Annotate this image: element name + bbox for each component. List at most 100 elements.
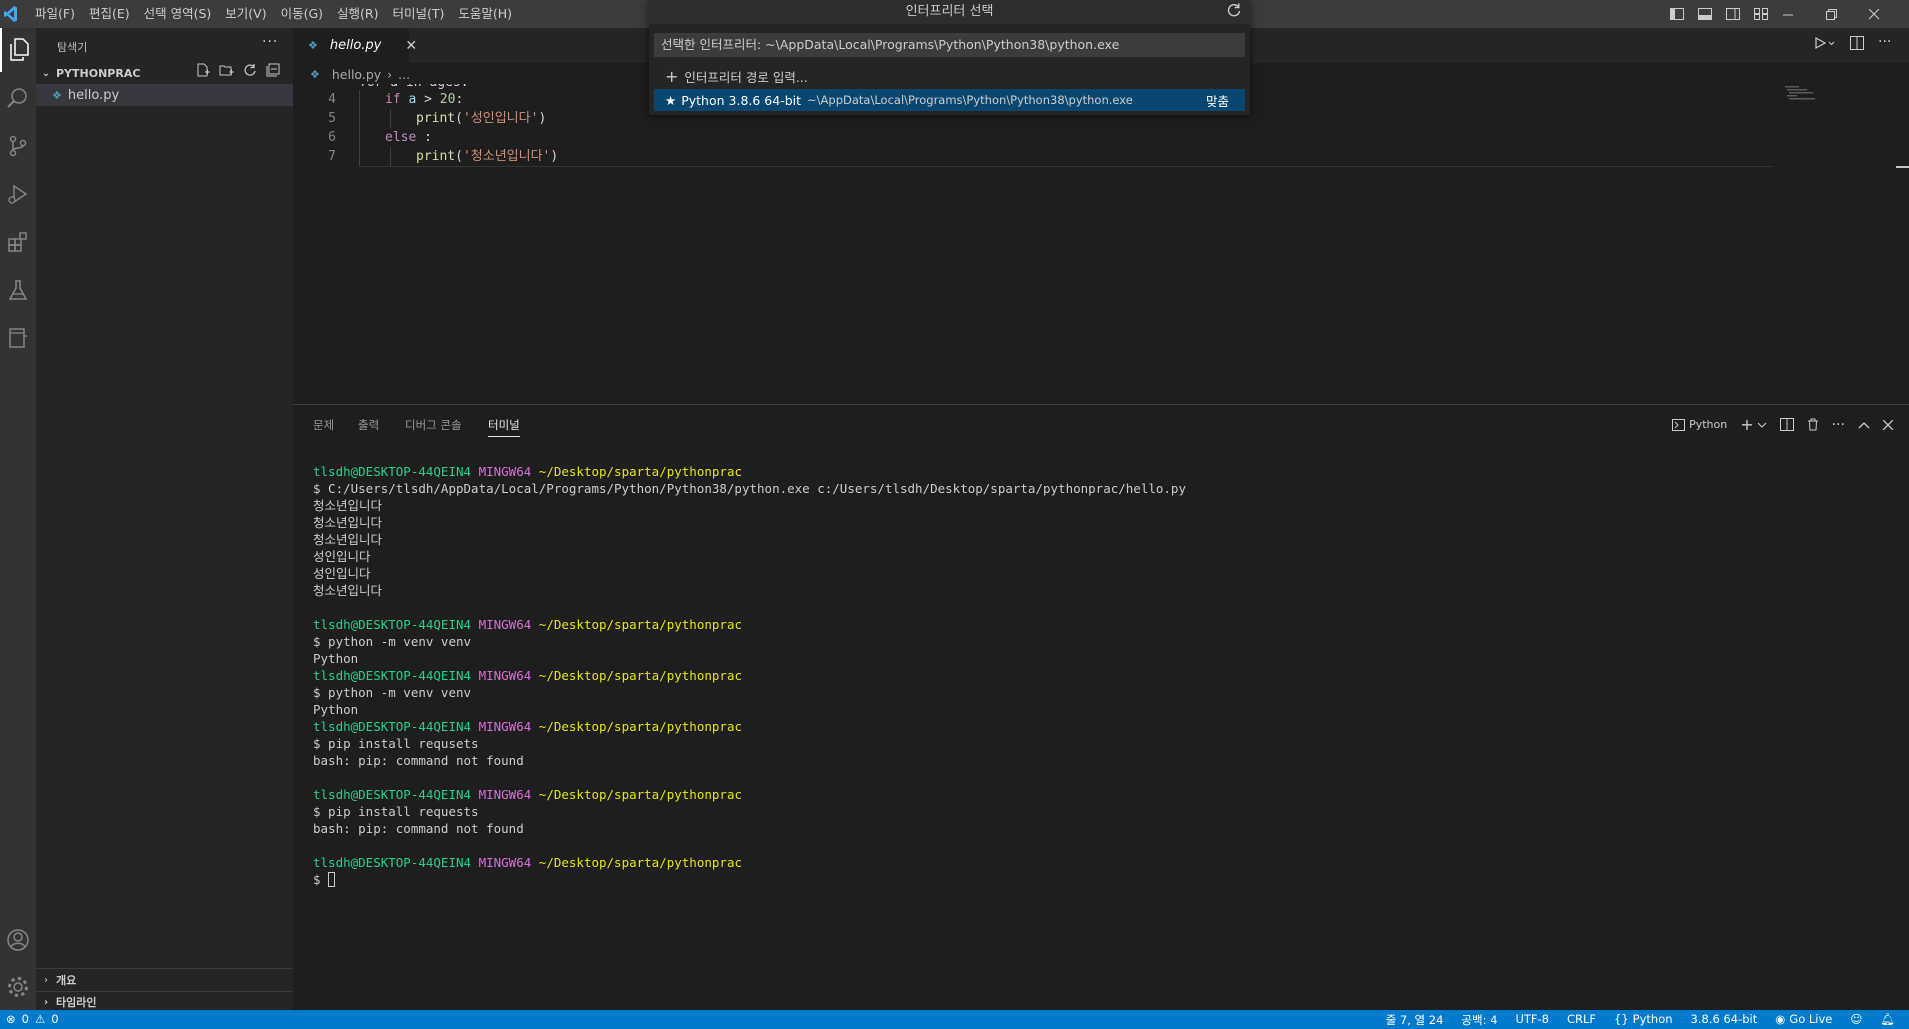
toggle-panel-icon[interactable] bbox=[1698, 8, 1712, 20]
refresh-interpreters-icon[interactable] bbox=[1226, 2, 1242, 18]
cursor-position[interactable]: 줄 7, 열 24 bbox=[1386, 1012, 1444, 1028]
source-control-icon[interactable] bbox=[0, 124, 36, 168]
toggle-sidebar-icon[interactable] bbox=[1670, 8, 1684, 20]
notifications-bell-icon[interactable]: 🔔︎ bbox=[1880, 1012, 1895, 1028]
code-text: print('성인입니다') bbox=[416, 109, 546, 128]
interpreter-option-python38[interactable]: ★ Python 3.8.6 64-bit ~\AppData\Local\Pr… bbox=[654, 89, 1245, 111]
breadcrumb-separator-icon: › bbox=[387, 66, 393, 82]
explorer-sidebar: 탐색기 ··· ⌄ PYTHONPRAC ❖ hello.py › 개요 › 타… bbox=[36, 28, 293, 1010]
file-item-hello-py[interactable]: ❖ hello.py bbox=[36, 84, 293, 106]
tab-terminal[interactable]: 터미널 bbox=[488, 417, 520, 437]
tab-output[interactable]: 출력 bbox=[358, 417, 379, 433]
enter-interpreter-path-item[interactable]: + 인터프리터 경로 입력... bbox=[654, 65, 1245, 87]
menu-item[interactable]: 이동(G) bbox=[274, 0, 330, 28]
editor-more-icon[interactable]: ··· bbox=[1878, 35, 1891, 50]
menu-item[interactable]: 실행(R) bbox=[330, 0, 385, 28]
new-terminal-icon[interactable]: + bbox=[1740, 415, 1753, 434]
trash-icon[interactable] bbox=[1807, 418, 1819, 431]
split-terminal-icon[interactable] bbox=[1779, 418, 1794, 431]
terminal-text: 청소년입니다 bbox=[313, 515, 383, 530]
terminal-text: 청소년입니다 bbox=[313, 532, 383, 547]
terminal-line: $ pip install requests bbox=[313, 803, 1186, 820]
sidebar-title: 탐색기 bbox=[57, 41, 88, 54]
language-mode[interactable]: {} Python bbox=[1614, 1012, 1673, 1028]
search-icon[interactable] bbox=[0, 76, 36, 120]
prompt-host: MINGW64 bbox=[478, 464, 532, 479]
terminal-line: $ C:/Users/tlsdh/AppData/Local/Programs/… bbox=[313, 480, 1186, 497]
terminal-line: tlsdh@DESKTOP-44QEIN4 MINGW64 ~/Desktop/… bbox=[313, 786, 1186, 803]
interpreter-version[interactable]: 3.8.6 64-bit bbox=[1691, 1012, 1758, 1028]
quick-pick-title: 인터프리터 선택 bbox=[649, 0, 1250, 24]
code-token: : bbox=[416, 130, 432, 145]
sidebar-more-actions-icon[interactable]: ··· bbox=[262, 34, 278, 50]
new-folder-icon[interactable] bbox=[219, 63, 234, 77]
breadcrumb-symbol[interactable]: ... bbox=[398, 67, 410, 82]
panel-more-icon[interactable]: ··· bbox=[1832, 417, 1845, 433]
feedback-icon[interactable]: ☺ bbox=[1850, 1012, 1862, 1028]
explorer-icon[interactable] bbox=[0, 28, 36, 72]
menu-item[interactable]: 도움말(H) bbox=[451, 0, 519, 28]
close-tab-icon[interactable]: ✕ bbox=[405, 38, 417, 54]
breadcrumb-file[interactable]: hello.py bbox=[332, 67, 381, 82]
terminal-line: bash: pip: command not found bbox=[313, 820, 1186, 837]
terminal-line: $ pip install requsets bbox=[313, 735, 1186, 752]
encoding[interactable]: UTF-8 bbox=[1515, 1012, 1549, 1028]
tab-debug-console[interactable]: 디버그 콘솔 bbox=[405, 417, 462, 433]
terminal-selector[interactable]: Python bbox=[1672, 418, 1727, 431]
layout-controls bbox=[1670, 0, 1768, 28]
interpreter-quick-pick: 인터프리터 선택 선택한 인터프리터: ~\AppData\Local\Prog… bbox=[649, 0, 1250, 115]
run-debug-icon[interactable] bbox=[0, 172, 36, 216]
terminal-line: tlsdh@DESKTOP-44QEIN4 MINGW64 ~/Desktop/… bbox=[313, 463, 1186, 480]
close-panel-icon[interactable] bbox=[1883, 419, 1893, 430]
refresh-icon[interactable] bbox=[243, 63, 257, 77]
menu-item[interactable]: 터미널(T) bbox=[386, 0, 452, 28]
maximize-panel-icon[interactable] bbox=[1858, 421, 1870, 429]
toggle-secondary-sidebar-icon[interactable] bbox=[1726, 8, 1740, 20]
customize-layout-icon[interactable] bbox=[1754, 8, 1768, 20]
run-python-file-icon[interactable] bbox=[1814, 36, 1836, 50]
restore-icon[interactable] bbox=[1826, 8, 1837, 20]
extensions-icon[interactable] bbox=[0, 220, 36, 264]
accounts-icon[interactable] bbox=[0, 918, 36, 962]
end-of-line[interactable]: CRLF bbox=[1567, 1012, 1596, 1028]
split-editor-icon[interactable] bbox=[1850, 36, 1864, 50]
indent-guide bbox=[359, 128, 360, 147]
terminal-line: 청소년입니다 bbox=[313, 514, 1186, 531]
menu-bar: 파일(F) 편집(E) 선택 영역(S) 보기(V) 이동(G) 실행(R) 터미널(T) 도… bbox=[28, 0, 519, 28]
terminal-text: $ python -m venv venv bbox=[313, 634, 472, 649]
prompt-host: MINGW64 bbox=[478, 787, 532, 802]
indent-guide bbox=[390, 109, 391, 128]
go-live-button[interactable]: ◉ Go Live bbox=[1775, 1012, 1832, 1028]
settings-gear-icon[interactable] bbox=[0, 965, 36, 1009]
prompt-user: tlsdh@DESKTOP-44QEIN4 bbox=[313, 855, 472, 870]
indentation[interactable]: 공백: 4 bbox=[1461, 1012, 1497, 1028]
testing-icon[interactable] bbox=[0, 268, 36, 312]
terminal-line: $ bbox=[313, 871, 1186, 888]
quick-pick-input[interactable]: 선택한 인터프리터: ~\AppData\Local\Programs\Pyth… bbox=[654, 33, 1245, 57]
collapse-all-icon[interactable] bbox=[266, 63, 280, 77]
prompt-host: MINGW64 bbox=[478, 719, 532, 734]
remote-explorer-icon[interactable] bbox=[0, 316, 36, 360]
menu-item[interactable]: 편집(E) bbox=[82, 0, 137, 28]
code-editor[interactable]: for a in ages: 4if a > 20:5print('성인입니다'… bbox=[293, 84, 1909, 404]
minimize-icon[interactable] bbox=[1783, 9, 1794, 20]
menu-item[interactable]: 선택 영역(S) bbox=[137, 0, 219, 28]
outline-section-header[interactable]: › 개요 bbox=[36, 969, 293, 991]
problems-status[interactable]: ⊗ 0 ⚠ 0 bbox=[6, 1012, 59, 1026]
minimap[interactable] bbox=[1783, 84, 1883, 114]
close-window-icon[interactable] bbox=[1869, 8, 1880, 20]
tab-hello-py[interactable]: ❖ hello.py ✕ bbox=[293, 28, 417, 63]
menu-item[interactable]: 보기(V) bbox=[218, 0, 273, 28]
tab-problems[interactable]: 문제 bbox=[313, 417, 334, 433]
terminal-output[interactable]: tlsdh@DESKTOP-44QEIN4 MINGW64 ~/Desktop/… bbox=[313, 463, 1186, 888]
line-number: 7 bbox=[328, 149, 336, 164]
window-controls bbox=[1783, 0, 1880, 28]
new-file-icon[interactable] bbox=[196, 63, 210, 77]
chevron-down-icon[interactable] bbox=[1757, 421, 1767, 429]
menu-item[interactable]: 파일(F) bbox=[28, 0, 82, 28]
prompt-path: ~/Desktop/sparta/pythonprac bbox=[538, 855, 742, 870]
code-token: ) bbox=[538, 111, 547, 126]
error-icon: ⊗ bbox=[6, 1012, 16, 1026]
terminal-line: 성인입니다 bbox=[313, 565, 1186, 582]
